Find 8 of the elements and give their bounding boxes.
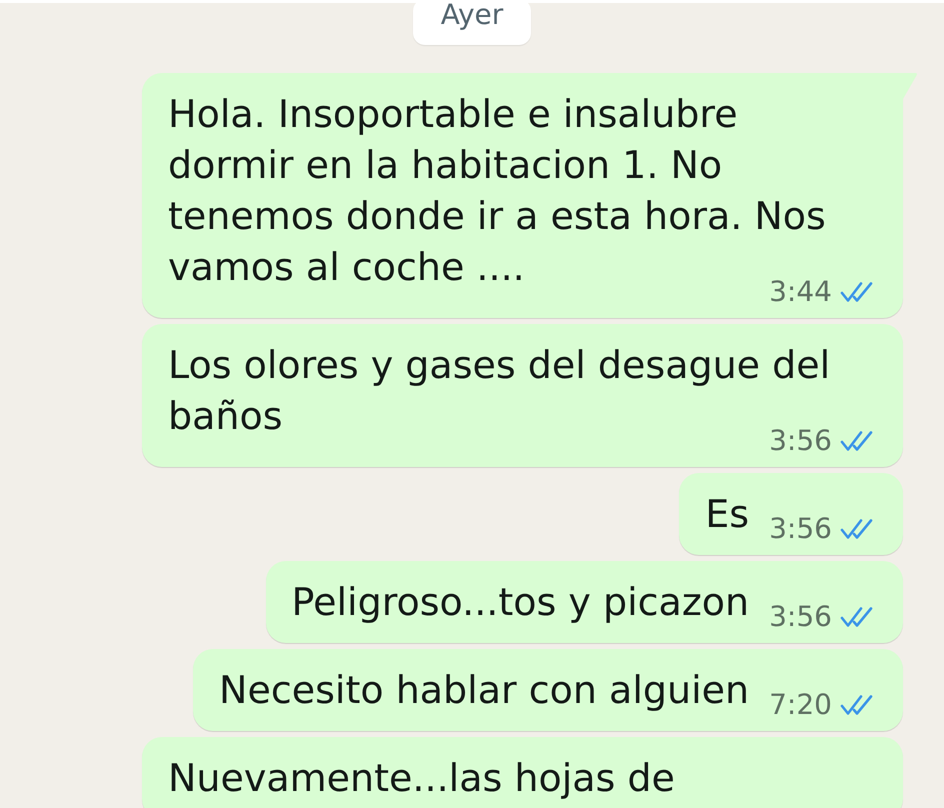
message-text: Peligroso...tos y picazon — [292, 580, 750, 624]
message-text: Nuevamente...las hojas de — [168, 756, 675, 800]
message-text: Es — [705, 492, 750, 536]
message-time: 3:56 — [769, 513, 832, 545]
message-time: 7:20 — [769, 689, 832, 721]
date-chip: Ayer — [412, 0, 532, 45]
message-text: Necesito hablar con alguien — [219, 668, 750, 712]
message-time: 3:56 — [769, 601, 832, 633]
